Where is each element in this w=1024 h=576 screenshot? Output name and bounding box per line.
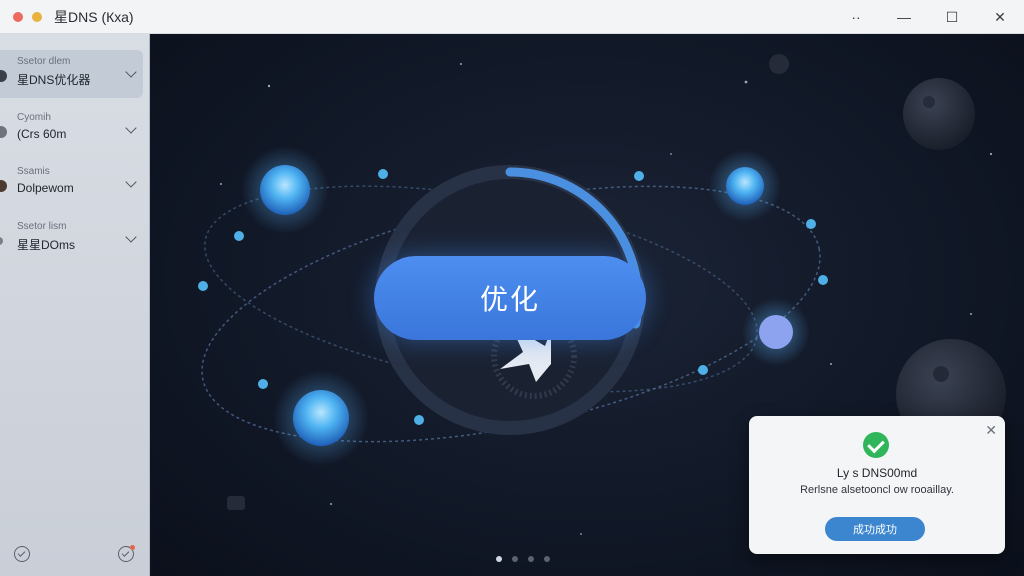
chevron-down-icon[interactable] xyxy=(125,66,137,78)
window-dots xyxy=(13,11,42,22)
chevron-down-icon[interactable] xyxy=(125,122,137,134)
notification-badge xyxy=(130,545,135,550)
sidebar-item-label: 星星DOms xyxy=(17,238,75,252)
planet-icon xyxy=(0,237,3,245)
network-node-4 xyxy=(273,370,369,466)
app-title: 星DNS (Кха) xyxy=(54,8,134,25)
check-circle-icon xyxy=(863,432,889,458)
sidebar-item-caption: Ssetor dlem xyxy=(17,56,71,67)
sidebar-item-caption: Ssamis xyxy=(17,166,50,177)
close-button[interactable]: ✕ xyxy=(976,0,1024,34)
chevron-down-icon[interactable] xyxy=(125,231,137,243)
notification-icon[interactable] xyxy=(118,545,135,562)
success-toast: ✕ Ly s DNS00md Rerlsne alsetooncl ow roo… xyxy=(749,416,1005,554)
network-node-3 xyxy=(742,298,810,366)
main-canvas: 优化 ✕ Ly s DNS00md Rerlsne alsetooncl ow … xyxy=(151,34,1024,576)
sidebar-item-label: (Crs 60m xyxy=(17,127,67,141)
sidebar-item-3[interactable]: Ssamis Dolpewom xyxy=(0,160,143,208)
toast-confirm-button[interactable]: 成功成功 xyxy=(825,517,925,541)
window-controls: ·· — ☐ ✕ xyxy=(832,0,1024,34)
toast-title: Ly s DNS00md xyxy=(836,466,918,480)
page-dot[interactable] xyxy=(512,556,518,562)
network-node-1 xyxy=(241,146,329,234)
planet-icon xyxy=(0,126,7,138)
planet-icon xyxy=(0,70,7,82)
network-node-2 xyxy=(709,150,781,222)
page-dot[interactable] xyxy=(528,556,534,562)
close-dot-icon[interactable] xyxy=(13,11,23,22)
planet-icon xyxy=(0,180,7,192)
toast-message: Rerlsne alsetooncl ow rooaillay. xyxy=(800,484,954,496)
sidebar-item-2[interactable]: Cyomih (Crs 60m xyxy=(0,106,143,154)
minimize-dot-icon[interactable] xyxy=(32,11,42,22)
sidebar-item-label: 星DNS优化器 xyxy=(17,73,91,87)
sidebar-item-caption: Cyomih xyxy=(17,112,51,123)
sidebar-item-4[interactable]: Ssetor lism 星星DOms xyxy=(0,215,143,263)
sidebar-item-optimizer[interactable]: Ssetor dlem 星DNS优化器 xyxy=(0,50,143,98)
page-dot[interactable] xyxy=(496,556,502,562)
more-button[interactable]: ·· xyxy=(832,0,880,34)
page-indicator xyxy=(496,556,550,562)
minimize-button[interactable]: — xyxy=(880,0,928,34)
title-bar: 星DNS (Кха) ·· — ☐ ✕ xyxy=(0,0,1024,34)
toast-close-button[interactable]: ✕ xyxy=(985,422,997,439)
chevron-down-icon[interactable] xyxy=(125,176,137,188)
sidebar-item-caption: Ssetor lism xyxy=(17,221,67,232)
sidebar-item-label: Dolpewom xyxy=(17,181,74,195)
optimize-button[interactable]: 优化 xyxy=(374,256,646,340)
maximize-button[interactable]: ☐ xyxy=(928,0,976,34)
sidebar: Ssetor dlem 星DNS优化器 Cyomih (Crs 60m Ssam… xyxy=(0,34,150,576)
status-check-icon[interactable] xyxy=(14,546,30,562)
page-dot[interactable] xyxy=(544,556,550,562)
